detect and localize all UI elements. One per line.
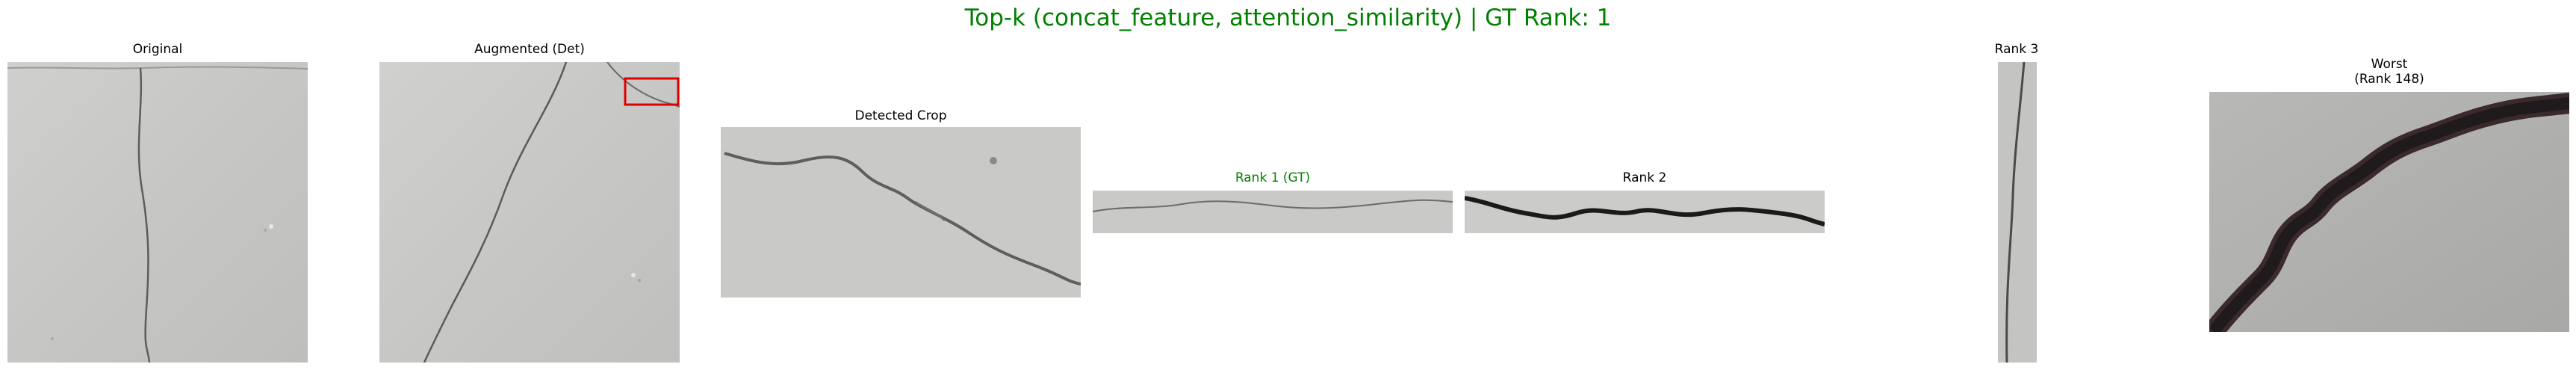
rank3-image: [1998, 62, 2037, 363]
original-title: Original: [132, 42, 183, 57]
rank3-title: Rank 3: [1994, 42, 2039, 57]
detected-crop-title: Detected Crop: [854, 108, 947, 123]
original-image: [7, 62, 308, 363]
augmented-image: [379, 62, 680, 363]
rank2-image: [1465, 191, 1825, 233]
figure-title: Top-k (concat_feature, attention_similar…: [964, 4, 1612, 31]
worst-image: [2209, 92, 2569, 332]
worst-title: Worst (Rank 148): [2209, 57, 2569, 87]
rank2-title: Rank 2: [1622, 170, 1667, 185]
rank1-title: Rank 1 (GT): [1235, 170, 1311, 185]
rank1-image: [1093, 191, 1453, 233]
worst-title-line2: (Rank 148): [2354, 72, 2424, 87]
detected-crop-image: [721, 127, 1081, 297]
worst-title-line1: Worst: [2371, 57, 2408, 72]
augmented-title: Augmented (Det): [474, 42, 585, 57]
